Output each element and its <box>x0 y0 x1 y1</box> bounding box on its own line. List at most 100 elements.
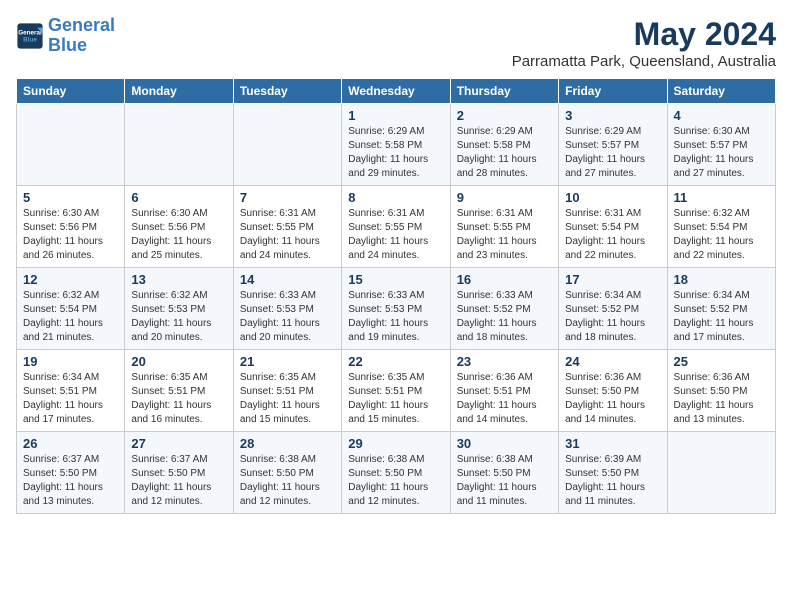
calendar-day-29: 29 Sunrise: 6:38 AMSunset: 5:50 PMDayligh… <box>342 432 450 514</box>
header-sunday: Sunday <box>17 79 125 104</box>
calendar-day-25: 25 Sunrise: 6:36 AMSunset: 5:50 PMDayligh… <box>667 350 775 432</box>
day-info: Sunrise: 6:31 AMSunset: 5:55 PMDaylight:… <box>348 207 443 263</box>
day-number: 7 <box>240 190 335 205</box>
day-info: Sunrise: 6:29 AMSunset: 5:58 PMDaylight:… <box>348 125 443 181</box>
day-number: 22 <box>348 354 443 369</box>
day-info: Sunrise: 6:29 AMSunset: 5:57 PMDaylight:… <box>565 125 660 181</box>
calendar-day-11: 11 Sunrise: 6:32 AMSunset: 5:54 PMDayligh… <box>667 186 775 268</box>
day-number: 9 <box>457 190 552 205</box>
day-number: 8 <box>348 190 443 205</box>
logo: General Blue GeneralBlue <box>16 16 115 56</box>
page-subtitle: Parramatta Park, Queensland, Australia <box>512 53 776 70</box>
day-info: Sunrise: 6:32 AMSunset: 5:54 PMDaylight:… <box>674 207 769 263</box>
calendar-day-15: 15 Sunrise: 6:33 AMSunset: 5:53 PMDayligh… <box>342 268 450 350</box>
calendar-day-27: 27 Sunrise: 6:37 AMSunset: 5:50 PMDayligh… <box>125 432 233 514</box>
calendar-day-2: 2 Sunrise: 6:29 AMSunset: 5:58 PMDaylight… <box>450 104 558 186</box>
day-info: Sunrise: 6:33 AMSunset: 5:52 PMDaylight:… <box>457 289 552 345</box>
day-info: Sunrise: 6:32 AMSunset: 5:54 PMDaylight:… <box>23 289 118 345</box>
day-info: Sunrise: 6:38 AMSunset: 5:50 PMDaylight:… <box>348 453 443 509</box>
day-info: Sunrise: 6:30 AMSunset: 5:56 PMDaylight:… <box>131 207 226 263</box>
calendar-day-20: 20Sunrise: 6:35 AMSunset: 5:51 PMDayligh… <box>125 350 233 432</box>
calendar-week-row: 26Sunrise: 6:37 AMSunset: 5:50 PMDayligh… <box>17 432 776 514</box>
day-number: 14 <box>240 272 335 287</box>
day-info: Sunrise: 6:29 AMSunset: 5:58 PMDaylight:… <box>457 125 552 181</box>
calendar-week-row: 5 Sunrise: 6:30 AMSunset: 5:56 PMDaylight… <box>17 186 776 268</box>
day-info: Sunrise: 6:37 AMSunset: 5:50 PMDaylight:… <box>131 453 226 509</box>
day-info: Sunrise: 6:34 AMSunset: 5:52 PMDaylight:… <box>565 289 660 345</box>
day-info: Sunrise: 6:31 AMSunset: 5:54 PMDaylight:… <box>565 207 660 263</box>
logo-icon: General Blue <box>16 22 44 50</box>
day-number: 4 <box>674 108 769 123</box>
calendar-week-row: 1 Sunrise: 6:29 AMSunset: 5:58 PMDaylight… <box>17 104 776 186</box>
calendar-day-26: 26Sunrise: 6:37 AMSunset: 5:50 PMDayligh… <box>17 432 125 514</box>
day-number: 21 <box>240 354 335 369</box>
calendar-day-18: 18 Sunrise: 6:34 AMSunset: 5:52 PMDayligh… <box>667 268 775 350</box>
day-number: 6 <box>131 190 226 205</box>
day-number: 31 <box>565 436 660 451</box>
day-number: 13 <box>131 272 226 287</box>
calendar-week-row: 19Sunrise: 6:34 AMSunset: 5:51 PMDayligh… <box>17 350 776 432</box>
calendar-day-empty <box>17 104 125 186</box>
header-monday: Monday <box>125 79 233 104</box>
day-info: Sunrise: 6:37 AMSunset: 5:50 PMDaylight:… <box>23 453 118 509</box>
page-title: May 2024 <box>512 16 776 53</box>
day-info: Sunrise: 6:36 AMSunset: 5:50 PMDaylight:… <box>674 371 769 427</box>
calendar-day-24: 24Sunrise: 6:36 AMSunset: 5:50 PMDayligh… <box>559 350 667 432</box>
calendar-day-empty <box>667 432 775 514</box>
calendar-day-7: 7 Sunrise: 6:31 AMSunset: 5:55 PMDaylight… <box>233 186 341 268</box>
calendar-day-16: 16 Sunrise: 6:33 AMSunset: 5:52 PMDayligh… <box>450 268 558 350</box>
day-number: 15 <box>348 272 443 287</box>
calendar-day-19: 19Sunrise: 6:34 AMSunset: 5:51 PMDayligh… <box>17 350 125 432</box>
day-info: Sunrise: 6:38 AMSunset: 5:50 PMDaylight:… <box>240 453 335 509</box>
calendar-day-10: 10Sunrise: 6:31 AMSunset: 5:54 PMDayligh… <box>559 186 667 268</box>
calendar-day-empty <box>125 104 233 186</box>
header-thursday: Thursday <box>450 79 558 104</box>
calendar-day-30: 30Sunrise: 6:38 AMSunset: 5:50 PMDayligh… <box>450 432 558 514</box>
day-number: 20 <box>131 354 226 369</box>
page-header: General Blue GeneralBlue May 2024 Parram… <box>16 16 776 70</box>
header-tuesday: Tuesday <box>233 79 341 104</box>
day-info: Sunrise: 6:32 AMSunset: 5:53 PMDaylight:… <box>131 289 226 345</box>
day-number: 23 <box>457 354 552 369</box>
svg-text:Blue: Blue <box>23 36 37 43</box>
day-info: Sunrise: 6:31 AMSunset: 5:55 PMDaylight:… <box>240 207 335 263</box>
day-number: 3 <box>565 108 660 123</box>
day-info: Sunrise: 6:38 AMSunset: 5:50 PMDaylight:… <box>457 453 552 509</box>
calendar-week-row: 12Sunrise: 6:32 AMSunset: 5:54 PMDayligh… <box>17 268 776 350</box>
calendar-day-28: 28Sunrise: 6:38 AMSunset: 5:50 PMDayligh… <box>233 432 341 514</box>
day-number: 27 <box>131 436 226 451</box>
calendar-day-4: 4Sunrise: 6:30 AMSunset: 5:57 PMDaylight… <box>667 104 775 186</box>
calendar-day-17: 17 Sunrise: 6:34 AMSunset: 5:52 PMDayligh… <box>559 268 667 350</box>
title-block: May 2024 Parramatta Park, Queensland, Au… <box>512 16 776 70</box>
day-info: Sunrise: 6:35 AMSunset: 5:51 PMDaylight:… <box>240 371 335 427</box>
day-number: 2 <box>457 108 552 123</box>
day-number: 25 <box>674 354 769 369</box>
header-wednesday: Wednesday <box>342 79 450 104</box>
day-info: Sunrise: 6:34 AMSunset: 5:52 PMDaylight:… <box>674 289 769 345</box>
day-info: Sunrise: 6:34 AMSunset: 5:51 PMDaylight:… <box>23 371 118 427</box>
calendar-day-empty <box>233 104 341 186</box>
header-friday: Friday <box>559 79 667 104</box>
day-number: 29 <box>348 436 443 451</box>
day-info: Sunrise: 6:33 AMSunset: 5:53 PMDaylight:… <box>348 289 443 345</box>
day-info: Sunrise: 6:36 AMSunset: 5:50 PMDaylight:… <box>565 371 660 427</box>
calendar-day-23: 23Sunrise: 6:36 AMSunset: 5:51 PMDayligh… <box>450 350 558 432</box>
calendar-day-22: 22 Sunrise: 6:35 AMSunset: 5:51 PMDayligh… <box>342 350 450 432</box>
day-number: 1 <box>348 108 443 123</box>
day-number: 16 <box>457 272 552 287</box>
calendar-day-13: 13 Sunrise: 6:32 AMSunset: 5:53 PMDayligh… <box>125 268 233 350</box>
day-info: Sunrise: 6:39 AMSunset: 5:50 PMDaylight:… <box>565 453 660 509</box>
day-info: Sunrise: 6:30 AMSunset: 5:56 PMDaylight:… <box>23 207 118 263</box>
calendar-day-12: 12Sunrise: 6:32 AMSunset: 5:54 PMDayligh… <box>17 268 125 350</box>
day-info: Sunrise: 6:35 AMSunset: 5:51 PMDaylight:… <box>348 371 443 427</box>
day-number: 17 <box>565 272 660 287</box>
day-number: 5 <box>23 190 118 205</box>
logo-text: GeneralBlue <box>48 16 115 56</box>
calendar-day-31: 31 Sunrise: 6:39 AMSunset: 5:50 PMDayligh… <box>559 432 667 514</box>
day-number: 11 <box>674 190 769 205</box>
svg-text:General: General <box>18 29 42 36</box>
calendar-header-row: SundayMondayTuesdayWednesdayThursdayFrid… <box>17 79 776 104</box>
calendar-day-5: 5 Sunrise: 6:30 AMSunset: 5:56 PMDaylight… <box>17 186 125 268</box>
day-number: 18 <box>674 272 769 287</box>
header-saturday: Saturday <box>667 79 775 104</box>
